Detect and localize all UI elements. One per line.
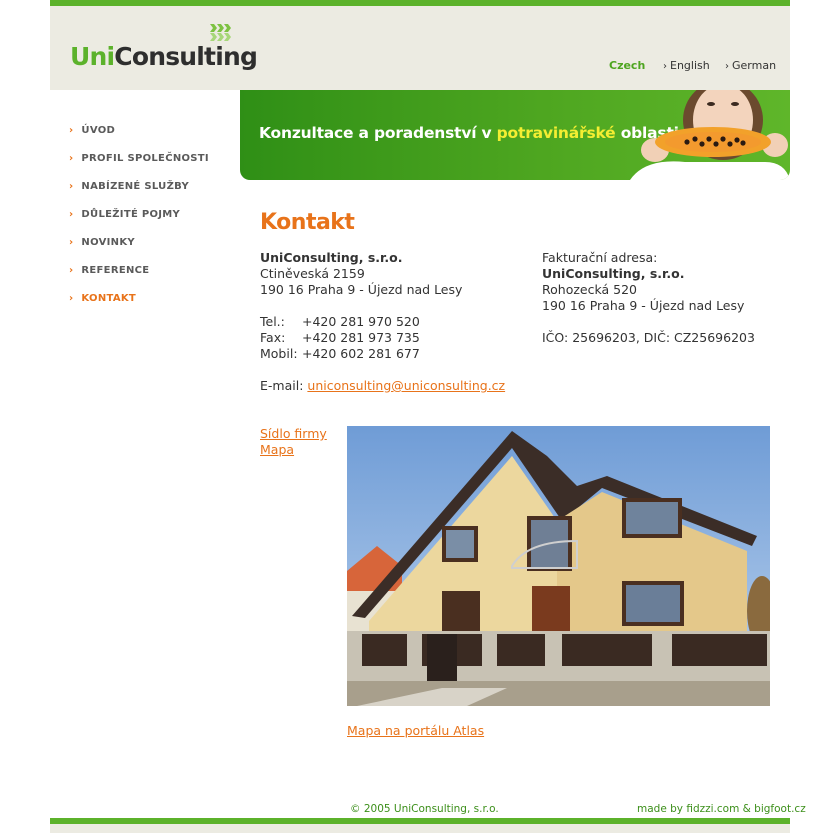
chevron-right-icon: › [69, 208, 74, 220]
atlas-map-link-wrap: Mapa na portálu Atlas [347, 723, 484, 739]
nav-item-label: PROFIL SPOLEČNOSTI [81, 152, 209, 164]
billing-city: 190 16 Praha 9 - Újezd nad Lesy [542, 298, 745, 313]
email-row: E-mail: uniconsulting@uniconsulting.cz [260, 378, 505, 394]
sidlo-firmy-link[interactable]: Sídlo firmy [260, 426, 327, 441]
fax-row: Fax: +420 281 973 735 [260, 330, 505, 346]
mobile-value: +420 602 281 677 [302, 346, 420, 361]
phone-value: +420 281 970 520 [302, 314, 420, 329]
email-link[interactable]: uniconsulting@uniconsulting.cz [307, 378, 505, 393]
nav-item-kontakt[interactable]: › KONTAKT [69, 284, 234, 312]
billing-company: UniConsulting, s.r.o. [542, 266, 685, 281]
logo-text: UniConsulting [70, 42, 258, 71]
contact-address: UniConsulting, s.r.o. Ctiněveská 2159 19… [260, 250, 505, 394]
mobile-row: Mobil: +420 602 281 677 [260, 346, 505, 362]
fax-label: Fax: [260, 330, 286, 345]
chevron-right-icon: › [69, 124, 74, 136]
language-german-link[interactable]: › German [725, 59, 776, 72]
chevron-right-icon: › [69, 292, 74, 304]
nav-item-pojmy[interactable]: › DŮLEŽITÉ POJMY [69, 200, 234, 228]
language-german-label: German [732, 59, 777, 72]
nav-item-profil[interactable]: › PROFIL SPOLEČNOSTI [69, 144, 234, 172]
logo-consulting: Consulting [114, 42, 258, 71]
chevron-right-icon: › [69, 152, 74, 164]
chevron-right-icon: › [663, 61, 667, 72]
billing-address: Fakturační adresa: UniConsulting, s.r.o.… [542, 250, 755, 346]
chevron-right-icon: › [69, 264, 74, 276]
chevron-right-icon: › [69, 180, 74, 192]
chevron-right-icon: › [725, 61, 729, 72]
language-czech-link[interactable]: Czech [609, 59, 645, 72]
photo-links: Sídlo firmy Mapa [260, 426, 327, 458]
chevron-right-icon: › [69, 236, 74, 248]
footer-bottom-strip [50, 824, 790, 833]
page-title: Kontakt [260, 210, 355, 235]
nav-item-label: NABÍZENÉ SLUŽBY [81, 180, 190, 192]
nav-item-sluzby[interactable]: › NABÍZENÉ SLUŽBY [69, 172, 234, 200]
banner-text-highlight: potravinářské [496, 124, 616, 142]
footer-copyright: © 2005 UniConsulting, s.r.o. [350, 803, 499, 815]
phone-row: Tel.: +420 281 970 520 [260, 314, 505, 330]
phone-label: Tel.: [260, 314, 285, 329]
nav-item-label: ÚVOD [81, 124, 116, 136]
fax-value: +420 281 973 735 [302, 330, 420, 345]
nav-item-uvod[interactable]: › ÚVOD [69, 116, 234, 144]
city: 190 16 Praha 9 - Újezd nad Lesy [260, 282, 463, 297]
logo-uni: Uni [70, 42, 115, 71]
company-name: UniConsulting, s.r.o. [260, 250, 403, 265]
nav-item-label: KONTAKT [81, 292, 137, 304]
billing-heading: Fakturační adresa: [542, 250, 658, 265]
language-english-link[interactable]: › English [663, 59, 710, 72]
billing-street: Rohozecká 520 [542, 282, 637, 297]
atlas-map-link[interactable]: Mapa na portálu Atlas [347, 723, 484, 738]
company-ids: IČO: 25696203, DIČ: CZ25696203 [542, 330, 755, 345]
language-english-label: English [670, 59, 710, 72]
nav-item-reference[interactable]: › REFERENCE [69, 256, 234, 284]
banner-text-pre: Konzultace a poradenství v [259, 124, 497, 142]
company-house-photo [347, 426, 770, 706]
banner-tagline: Konzultace a poradenství v potravinářské… [259, 124, 679, 142]
sidebar-nav: › ÚVOD › PROFIL SPOLEČNOSTI › NABÍZENÉ SLUŽ… [69, 116, 234, 312]
logo-arrows-icon [210, 24, 231, 41]
mapa-link[interactable]: Mapa [260, 442, 294, 457]
email-label: E-mail: [260, 378, 304, 393]
mobile-label: Mobil: [260, 346, 298, 361]
nav-item-label: REFERENCE [81, 264, 150, 276]
hero-banner: Konzultace a poradenství v potravinářské… [240, 90, 790, 180]
nav-item-label: DŮLEŽITÉ POJMY [81, 208, 181, 220]
woman-with-papaya-image [630, 90, 790, 180]
nav-item-novinky[interactable]: › NOVINKY [69, 228, 234, 256]
street: Ctiněveská 2159 [260, 266, 365, 281]
nav-item-label: NOVINKY [81, 236, 135, 248]
language-czech-label: Czech [609, 59, 646, 72]
footer-made-by-link[interactable]: made by fidzzi.com & bigfoot.cz [637, 803, 806, 815]
